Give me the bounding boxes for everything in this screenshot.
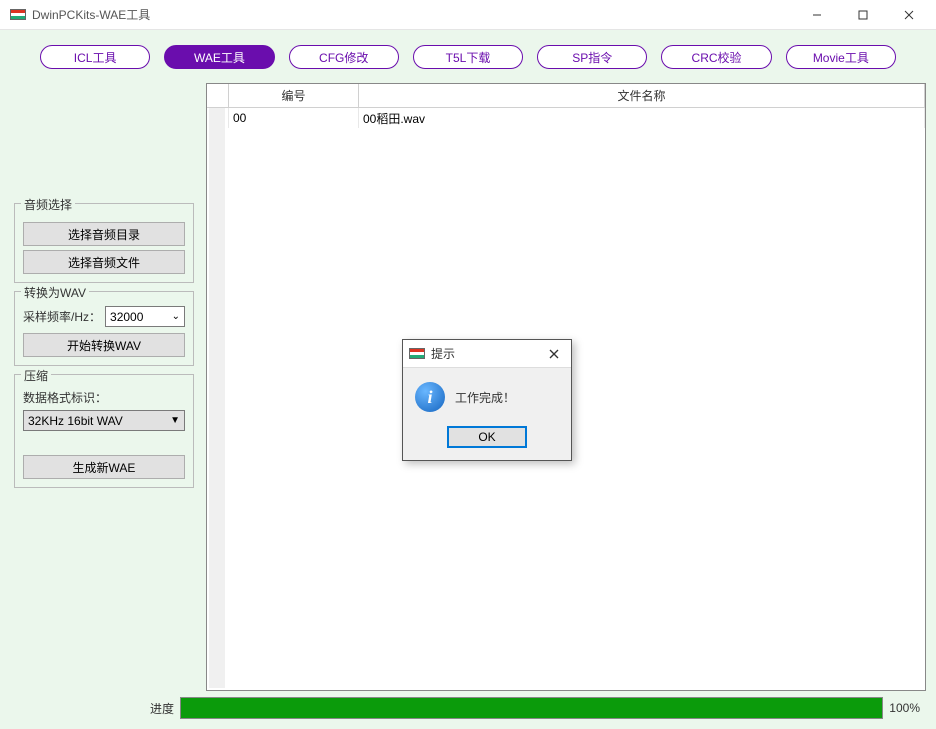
group-compress: 压缩 数据格式标识： 32KHz 16bit WAV ▼ 生成新WAE [14,374,194,488]
minimize-button[interactable] [794,0,840,30]
select-audio-dir-button[interactable]: 选择音频目录 [23,222,185,246]
select-audio-file-button[interactable]: 选择音频文件 [23,250,185,274]
sample-rate-value: 32000 [110,310,143,324]
window-title: DwinPCKits-WAE工具 [32,6,794,23]
app-icon [10,9,26,20]
progress-row: 进度 100% [10,697,926,719]
maximize-button[interactable] [840,0,886,30]
scrollbar-vertical[interactable] [209,108,225,688]
format-value: 32KHz 16bit WAV [28,414,123,428]
sidebar: 音频选择 选择音频目录 选择音频文件 转换为WAV 采样频率/Hz： 32000… [10,83,198,691]
col-number: 编号 [229,84,359,107]
generate-wae-button[interactable]: 生成新WAE [23,455,185,479]
tab-wae[interactable]: WAE工具 [164,45,274,69]
chevron-down-icon: ⌄ [172,311,180,322]
tabs-row: ICL工具 WAE工具 CFG修改 T5L下载 SP指令 CRC校验 Movie… [10,45,926,83]
tab-t5l[interactable]: T5L下载 [413,45,523,69]
format-select[interactable]: 32KHz 16bit WAV ▼ [23,410,185,431]
dialog-titlebar: 提示 [403,340,571,368]
tab-movie[interactable]: Movie工具 [786,45,896,69]
cell-filename: 00稻田.wav [359,108,925,128]
progress-label: 进度 [150,700,174,717]
tab-sp[interactable]: SP指令 [537,45,647,69]
info-icon: i [415,382,445,412]
col-filename: 文件名称 [359,84,925,107]
col-index [207,84,229,107]
dialog-title: 提示 [431,345,539,362]
group-title: 转换为WAV [21,284,89,301]
app-icon [409,348,425,359]
dialog-message: 工作完成！ [455,389,515,406]
tab-icl[interactable]: ICL工具 [40,45,150,69]
sample-rate-label: 采样频率/Hz： [23,308,101,325]
cell-number: 00 [229,108,359,128]
dialog-prompt: 提示 i 工作完成！ OK [402,339,572,461]
close-button[interactable] [886,0,932,30]
group-convert-wav: 转换为WAV 采样频率/Hz： 32000 ⌄ 开始转换WAV [14,291,194,366]
group-title: 压缩 [21,367,51,384]
dialog-ok-button[interactable]: OK [447,426,527,448]
table-header: 编号 文件名称 [207,84,925,108]
format-label: 数据格式标识： [23,389,185,406]
progress-bar [180,697,883,719]
tab-crc[interactable]: CRC校验 [661,45,771,69]
tab-cfg[interactable]: CFG修改 [289,45,399,69]
start-convert-button[interactable]: 开始转换WAV [23,333,185,357]
dialog-close-button[interactable] [539,342,569,366]
caret-down-icon: ▼ [170,415,180,426]
progress-percent: 100% [889,701,920,715]
table-row[interactable]: 1 00 00稻田.wav [207,108,925,128]
group-title: 音频选择 [21,196,75,213]
group-audio-select: 音频选择 选择音频目录 选择音频文件 [14,203,194,283]
titlebar: DwinPCKits-WAE工具 [0,0,936,30]
sample-rate-select[interactable]: 32000 ⌄ [105,306,185,327]
